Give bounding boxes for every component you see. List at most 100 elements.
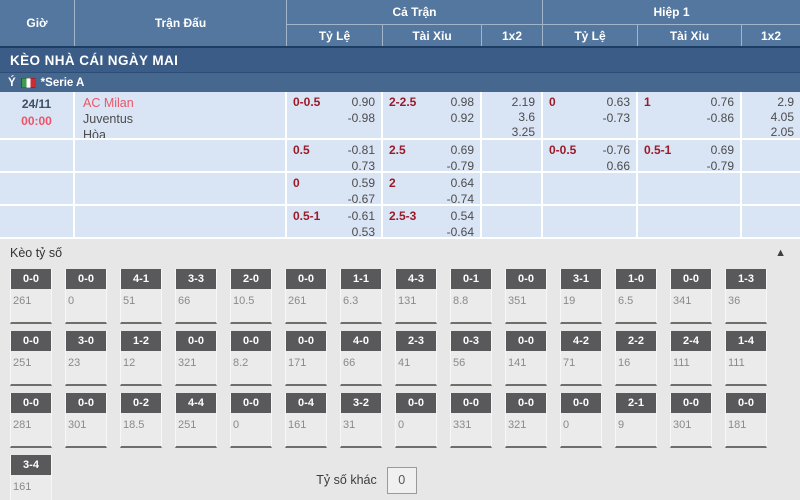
score-odds-cell[interactable]: 4-066 xyxy=(340,331,382,386)
draw-label[interactable]: Hòa xyxy=(83,127,279,138)
score-label: 0-0 xyxy=(726,393,766,413)
score-odds-cell[interactable]: 4-4251 xyxy=(175,393,217,448)
odds-values: 0.59-0.67 xyxy=(348,176,375,204)
score-odds-cell[interactable]: 3-231 xyxy=(340,393,382,448)
score-odds-value: 321 xyxy=(506,413,546,446)
score-odds-value: 161 xyxy=(286,413,326,446)
score-label: 3-2 xyxy=(341,393,381,413)
score-odds-cell[interactable]: 1-16.3 xyxy=(340,269,382,324)
score-odds-cell[interactable]: 0-0301 xyxy=(65,393,107,448)
score-odds-cell[interactable]: 0-0261 xyxy=(285,269,327,324)
score-odds-cell[interactable]: 0-0301 xyxy=(670,393,712,448)
score-odds-cell[interactable]: 0-0181 xyxy=(725,393,767,448)
home-team[interactable]: AC Milan xyxy=(83,95,279,111)
score-odds-value: 12 xyxy=(121,351,161,384)
ft-overunder-cell[interactable]: 2.50.69-0.79 xyxy=(383,140,482,171)
score-odds-cell[interactable]: 2-4111 xyxy=(670,331,712,386)
ft-handicap-cell[interactable]: 0.5-1-0.610.53 xyxy=(287,206,383,237)
score-odds-value: 261 xyxy=(11,289,51,322)
correct-score-panel-header: Kèo tỷ số ▲ xyxy=(0,239,800,261)
score-odds-cell[interactable]: 0-0321 xyxy=(505,393,547,448)
score-odds-cell[interactable]: 1-336 xyxy=(725,269,767,324)
score-label: 4-3 xyxy=(396,269,436,289)
score-odds-cell[interactable]: 0-00 xyxy=(560,393,602,448)
score-odds-cell[interactable]: 0-4161 xyxy=(285,393,327,448)
odds-top: 0.64 xyxy=(447,176,474,192)
h1-handicap-cell[interactable]: 0-0.5-0.760.66 xyxy=(543,140,638,171)
score-odds-cell[interactable]: 0-0251 xyxy=(10,331,52,386)
score-label: 3-3 xyxy=(176,269,216,289)
score-odds-cell[interactable]: 0-0171 xyxy=(285,331,327,386)
h1-overunder-cell[interactable]: 0.5-10.69-0.79 xyxy=(638,140,742,171)
ft-overunder-cell[interactable]: 2-2.50.980.92 xyxy=(383,92,482,138)
score-odds-cell[interactable]: 1-4111 xyxy=(725,331,767,386)
score-odds-cell[interactable]: 0-218.5 xyxy=(120,393,162,448)
column-header-h1-overunder: Tài Xỉu xyxy=(638,25,742,46)
league-row[interactable]: Ý *Serie A xyxy=(0,72,800,92)
score-odds-value: 6.3 xyxy=(341,289,381,322)
collapse-icon[interactable]: ▲ xyxy=(775,248,786,259)
score-odds-cell[interactable]: 3-366 xyxy=(175,269,217,324)
score-odds-cell[interactable]: 0-0321 xyxy=(175,331,217,386)
score-odds-value: 51 xyxy=(121,289,161,322)
ft-overunder-cell[interactable]: 2.5-30.54-0.64 xyxy=(383,206,482,237)
odds-top: 0.54 xyxy=(447,209,474,225)
handicap-line: 1 xyxy=(644,95,651,109)
handicap-line: 2-2.5 xyxy=(389,95,416,109)
score-label: 0-0 xyxy=(506,393,546,413)
h1-1x2-cell xyxy=(742,140,800,171)
score-label: 0-0 xyxy=(396,393,436,413)
score-odds-cell[interactable]: 0-00 xyxy=(65,269,107,324)
score-odds-value: 351 xyxy=(506,289,546,322)
score-odds-cell[interactable]: 0-0341 xyxy=(670,269,712,324)
score-label: 0-0 xyxy=(561,393,601,413)
h1-overunder-cell[interactable]: 10.76-0.86 xyxy=(638,92,742,138)
score-odds-cell[interactable]: 0-0261 xyxy=(10,269,52,324)
score-odds-value: 341 xyxy=(671,289,711,322)
h1-handicap-cell[interactable]: 00.63-0.73 xyxy=(543,92,638,138)
score-label: 1-3 xyxy=(726,269,766,289)
ft-overunder-cell[interactable]: 20.64-0.74 xyxy=(383,173,482,204)
score-odds-value: 171 xyxy=(286,351,326,384)
ft-handicap-cell[interactable]: 0-0.50.90-0.98 xyxy=(287,92,383,138)
score-odds-value: 8.2 xyxy=(231,351,271,384)
score-odds-value: 19 xyxy=(561,289,601,322)
score-odds-cell[interactable]: 1-06.5 xyxy=(615,269,657,324)
score-odds-cell[interactable]: 4-3131 xyxy=(395,269,437,324)
score-odds-cell[interactable]: 0-00 xyxy=(395,393,437,448)
score-odds-value: 66 xyxy=(341,351,381,384)
odds-row: 00.59-0.6720.64-0.74 xyxy=(0,173,800,206)
ft-handicap-cell[interactable]: 00.59-0.67 xyxy=(287,173,383,204)
score-odds-cell[interactable]: 0-18.8 xyxy=(450,269,492,324)
score-odds-cell[interactable]: 0-356 xyxy=(450,331,492,386)
ft-1x2-cell[interactable]: 2.193.63.25 xyxy=(482,92,543,138)
other-score-cell: Tỷ số khác0 xyxy=(65,455,668,500)
odds-top: -0.81 xyxy=(348,143,375,159)
score-odds-cell[interactable]: 3-023 xyxy=(65,331,107,386)
score-odds-cell[interactable]: 0-08.2 xyxy=(230,331,272,386)
odds-values: 0.69-0.79 xyxy=(707,143,734,171)
ft-handicap-cell[interactable]: 0.5-0.810.73 xyxy=(287,140,383,171)
score-odds-cell[interactable]: 4-271 xyxy=(560,331,602,386)
away-team[interactable]: Juventus xyxy=(83,111,279,127)
score-odds-cell[interactable]: 0-0281 xyxy=(10,393,52,448)
score-odds-cell[interactable]: 2-010.5 xyxy=(230,269,272,324)
score-odds-cell[interactable]: 2-216 xyxy=(615,331,657,386)
score-odds-cell[interactable]: 0-0331 xyxy=(450,393,492,448)
score-odds-cell[interactable]: 2-341 xyxy=(395,331,437,386)
h1-1x2-cell[interactable]: 2.94.052.05 xyxy=(742,92,800,138)
score-odds-cell[interactable]: 0-00 xyxy=(230,393,272,448)
column-header-ft-1x2: 1x2 xyxy=(482,25,543,46)
score-odds-cell[interactable]: 2-19 xyxy=(615,393,657,448)
other-score-input[interactable]: 0 xyxy=(387,467,417,494)
score-odds-cell[interactable]: 3-119 xyxy=(560,269,602,324)
odds-row: 24/1100:00AC MilanJuventusHòa0-0.50.90-0… xyxy=(0,92,800,140)
h1-overunder-cell xyxy=(638,173,742,204)
score-odds-cell[interactable]: 1-212 xyxy=(120,331,162,386)
score-odds-cell[interactable]: 4-151 xyxy=(120,269,162,324)
score-odds-value: 0 xyxy=(561,413,601,446)
score-odds-cell[interactable]: 0-0141 xyxy=(505,331,547,386)
score-odds-cell[interactable]: 0-0351 xyxy=(505,269,547,324)
score-odds-cell[interactable]: 3-4161 xyxy=(10,455,52,500)
section-banner: KÈO NHÀ CÁI NGÀY MAI xyxy=(0,46,800,72)
